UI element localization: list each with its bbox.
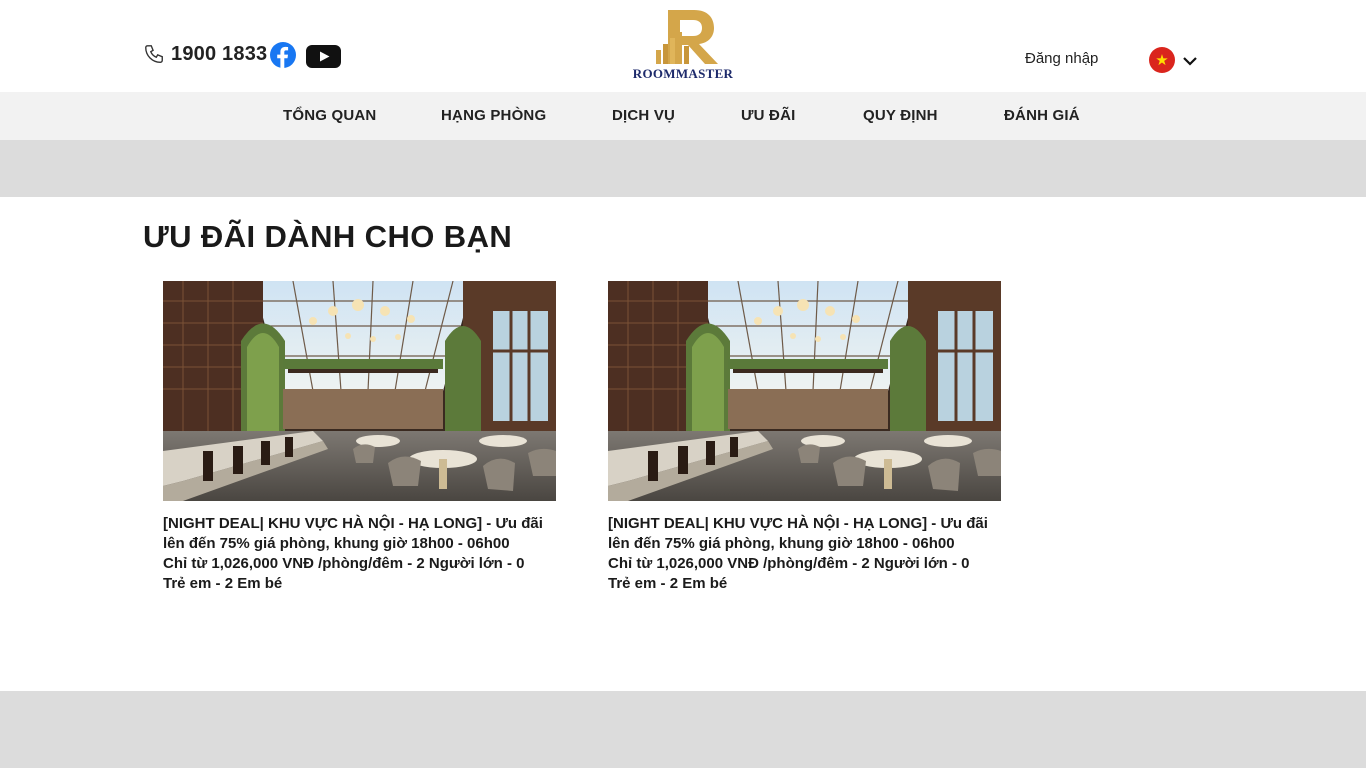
phone-icon [145,45,163,63]
offer-image[interactable] [608,281,1001,501]
offer-line: Trẻ em - 2 Em bé [163,575,283,592]
logo-text: ROOMMASTER [632,66,734,81]
offer-card[interactable]: [NIGHT DEAL| KHU VỰC HÀ NỘI - HẠ LONG] -… [608,281,1001,594]
offer-line: Chỉ từ 1,026,000 VNĐ /phòng/đêm - 2 Ngườ… [608,555,970,572]
nav-item-offers[interactable]: ƯU ĐÃI [741,107,795,124]
nav-item-policies[interactable]: QUY ĐỊNH [863,107,938,124]
vietnam-flag-icon[interactable]: ★ [1149,47,1175,73]
offer-line: lên đến 75% giá phòng, khung giờ 18h00 -… [608,535,955,552]
banner-placeholder [0,140,1366,197]
phone-number: 1900 1833 [171,42,268,65]
youtube-icon[interactable] [306,45,341,68]
offer-description[interactable]: [NIGHT DEAL| KHU VỰC HÀ NỘI - HẠ LONG] -… [608,514,1001,594]
login-link[interactable]: Đăng nhập [1025,50,1098,67]
offers-section-title: ƯU ĐÃI DÀNH CHO BẠN [143,219,513,254]
phone-link[interactable]: 1900 1833 [143,42,267,66]
footer-placeholder [0,691,1366,768]
nav-item-reviews[interactable]: ĐÁNH GIÁ [1004,107,1080,124]
roommaster-logo[interactable]: ROOMMASTER [628,6,738,84]
offer-line: [NIGHT DEAL| KHU VỰC HÀ NỘI - HẠ LONG] -… [608,515,988,532]
offer-image[interactable] [163,281,556,501]
offer-line: Trẻ em - 2 Em bé [608,575,728,592]
offer-description[interactable]: [NIGHT DEAL| KHU VỰC HÀ NỘI - HẠ LONG] -… [163,514,556,594]
offer-card[interactable]: [NIGHT DEAL| KHU VỰC HÀ NỘI - HẠ LONG] -… [163,281,556,594]
logo-mark-icon [656,10,718,64]
nav-item-services[interactable]: DỊCH VỤ [612,107,675,124]
offer-line: Chỉ từ 1,026,000 VNĐ /phòng/đêm - 2 Ngườ… [163,555,525,572]
main-nav: TỔNG QUAN HẠNG PHÒNG DỊCH VỤ ƯU ĐÃI QUY … [0,92,1366,140]
offer-line: [NIGHT DEAL| KHU VỰC HÀ NỘI - HẠ LONG] -… [163,515,543,532]
nav-item-overview[interactable]: TỔNG QUAN [283,107,376,124]
nav-item-room-types[interactable]: HẠNG PHÒNG [441,107,546,124]
chevron-down-icon[interactable] [1182,53,1198,69]
facebook-icon[interactable] [270,42,296,68]
site-header: 1900 1833 ROOMMASTER Đăng nhập ★ [0,0,1366,92]
offer-line: lên đến 75% giá phòng, khung giờ 18h00 -… [163,535,510,552]
